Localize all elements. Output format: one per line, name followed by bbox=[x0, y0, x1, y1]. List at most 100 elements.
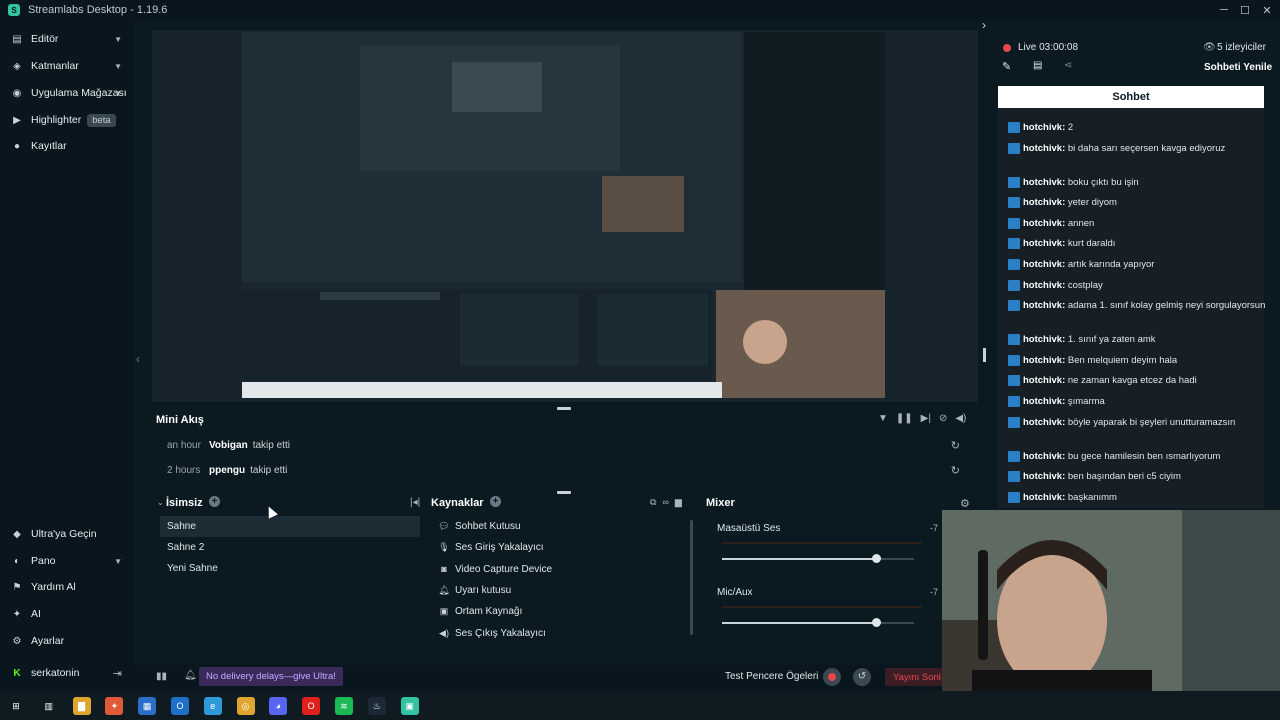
chat-text: yeter diyom bbox=[1067, 197, 1117, 209]
chat-text: 1. sınıf ya zaten amk bbox=[1067, 334, 1156, 346]
chat-text: boku çıktı bu işin bbox=[1067, 176, 1139, 188]
ultra-icon: ◆ bbox=[13, 528, 21, 540]
volume-slider[interactable] bbox=[722, 618, 914, 627]
edge-icon[interactable]: e bbox=[203, 697, 222, 715]
title-bar: S Streamlabs Desktop - 1.19.6 bbox=[0, 0, 1280, 20]
notifications-icon[interactable]: 🔔︎ bbox=[184, 670, 197, 681]
refresh-chat-button[interactable]: Sohbeti Yenile bbox=[1204, 62, 1272, 73]
expand-chat-icon[interactable]: › bbox=[982, 18, 986, 32]
source-item[interactable]: 💬︎ Sohbet Kutusu bbox=[432, 516, 690, 537]
user-name: serkatonin bbox=[31, 667, 80, 679]
group-icon[interactable]: ⧉ bbox=[650, 497, 656, 508]
chat-badge-icon bbox=[1008, 279, 1020, 291]
test-widgets-button[interactable]: Test Pencere Ögeleri bbox=[725, 671, 818, 682]
chat-resize-handle[interactable] bbox=[983, 348, 986, 362]
sidebar-item-help[interactable]: ⚑ Yardım Al bbox=[0, 574, 134, 600]
edit-icon[interactable]: ✎ bbox=[1002, 60, 1011, 73]
chat-text: böyle yaparak bi şeyleri unutturamazsın bbox=[1067, 416, 1236, 428]
scene-item[interactable]: Sahne bbox=[160, 516, 420, 537]
chat-text: costplay bbox=[1067, 279, 1103, 291]
sidebar-item-highlighter[interactable]: ▶ Highlighter beta bbox=[0, 107, 134, 133]
go-live-button[interactable]: Yayını Sonl bbox=[885, 668, 942, 686]
volume-slider[interactable] bbox=[722, 554, 914, 563]
volume-slider-knob[interactable] bbox=[871, 618, 881, 627]
sidebar-item-ultra[interactable]: ◆ Ultra'ya Geçin bbox=[0, 521, 134, 547]
add-source-icon[interactable]: + bbox=[490, 496, 501, 507]
sidebar-item-label: Yardım Al bbox=[31, 581, 76, 593]
sidebar-item-dashboard[interactable]: ◐ Pano ▼ bbox=[0, 548, 134, 574]
ultra-banner[interactable]: No delivery delays—give Ultra! bbox=[199, 667, 343, 686]
streamlabs-icon[interactable]: ▣ bbox=[400, 697, 419, 715]
chat-badge-icon bbox=[1008, 334, 1020, 346]
link-icon[interactable]: ∞ bbox=[662, 497, 668, 508]
resize-handle-2[interactable] bbox=[557, 491, 571, 494]
maximize-icon[interactable]: ☐ bbox=[1234, 0, 1256, 20]
figma-icon[interactable]: ✦ bbox=[105, 697, 124, 715]
sidebar-item-recordings[interactable]: ● Kayıtlar bbox=[0, 133, 134, 159]
minimize-icon[interactable]: ─ bbox=[1213, 0, 1235, 20]
source-item[interactable]: ▣ Ortam Kaynağı bbox=[432, 601, 690, 622]
sidebar-item-ai[interactable]: ✦ AI bbox=[0, 601, 134, 627]
share-icon[interactable]: ⋖ bbox=[1064, 60, 1072, 71]
collapse-left-icon[interactable]: ‹ bbox=[136, 352, 140, 366]
scene-item[interactable]: Sahne 2 bbox=[160, 537, 420, 558]
discord-icon[interactable]: ◕ bbox=[269, 697, 288, 715]
pause-icon[interactable]: ❚❚ bbox=[896, 413, 913, 424]
outlook-icon[interactable]: O bbox=[171, 697, 189, 715]
repeat-alert-icon[interactable]: ↻ bbox=[951, 439, 960, 452]
chrome-icon[interactable]: ◎ bbox=[236, 697, 255, 715]
sidebar-item-editor[interactable]: ▤ Editör ▼ bbox=[0, 26, 134, 52]
sources-scrollbar[interactable] bbox=[690, 520, 693, 635]
add-scene-icon[interactable]: + bbox=[209, 496, 220, 507]
performance-icon[interactable]: ▮▮ bbox=[156, 671, 167, 682]
chat-text: ben başından beri c5 ciyim bbox=[1067, 471, 1181, 483]
bell-icon: 🔔︎ bbox=[438, 584, 450, 595]
volume-icon[interactable]: ◀) bbox=[955, 413, 966, 424]
scenes-chevron-icon[interactable]: ⌄ bbox=[157, 498, 164, 507]
volume-slider-knob[interactable] bbox=[871, 554, 881, 563]
resize-handle[interactable] bbox=[557, 407, 571, 410]
mute-alerts-icon[interactable]: ⊘ bbox=[939, 413, 947, 424]
popout-icon[interactable]: ▤ bbox=[1033, 60, 1042, 71]
sidebar-item-settings[interactable]: ⚙ Ayarlar bbox=[0, 628, 134, 654]
preview-canvas[interactable] bbox=[242, 32, 885, 398]
scene-transitions-icon[interactable]: |◂| bbox=[410, 497, 420, 508]
folder-icon[interactable]: ▆ bbox=[675, 497, 682, 508]
record-button[interactable] bbox=[823, 668, 841, 686]
chat-username: hotchivk bbox=[1023, 450, 1063, 462]
source-label: Sohbet Kutusu bbox=[455, 521, 521, 532]
spotify-icon[interactable]: ≋ bbox=[335, 697, 353, 715]
source-item[interactable]: ◀) Ses Çıkış Yakalayıcı bbox=[432, 623, 690, 644]
filter-icon[interactable]: ▼ bbox=[878, 413, 888, 424]
scene-item[interactable]: Yeni Sahne bbox=[160, 558, 420, 579]
replay-buffer-icon[interactable]: ↺ bbox=[853, 668, 871, 686]
task-view-icon[interactable]: ▥ bbox=[39, 697, 58, 715]
chat-badge-icon bbox=[1008, 142, 1020, 154]
sidebar-item-label: Highlighter bbox=[31, 114, 82, 126]
user-account[interactable]: K serkatonin ⇥ bbox=[0, 660, 134, 686]
sidebar-item-layers[interactable]: ◈ Katmanlar ▼ bbox=[0, 53, 134, 79]
source-item[interactable]: 🎙︎ Ses Giriş Yakalayıcı bbox=[432, 537, 690, 558]
webcam-feed-image bbox=[942, 510, 1280, 720]
logout-icon[interactable]: ⇥ bbox=[113, 667, 122, 680]
repeat-alert-icon[interactable]: ↻ bbox=[951, 464, 960, 477]
mixer-settings-icon[interactable]: ⚙ bbox=[960, 497, 970, 510]
source-item[interactable]: ◙ Video Capture Device bbox=[432, 559, 690, 580]
close-icon[interactable]: ✕ bbox=[1256, 0, 1278, 20]
skip-icon[interactable]: ▶| bbox=[921, 413, 931, 424]
source-item[interactable]: 🔔︎ Uyarı kutusu bbox=[432, 580, 690, 601]
sidebar-item-label: Uygulama Mağazası bbox=[31, 87, 127, 99]
opera-icon[interactable]: O bbox=[302, 697, 321, 715]
steam-icon[interactable]: ♨ bbox=[367, 697, 386, 715]
windows-start-icon[interactable]: ⊞ bbox=[7, 697, 25, 715]
dashboard-icon: ◐ bbox=[13, 555, 21, 567]
media-icon: ▣ bbox=[439, 606, 449, 617]
calculator-icon[interactable]: ▦ bbox=[138, 697, 157, 715]
mixer-title: Mixer bbox=[706, 497, 735, 509]
file-explorer-icon[interactable]: ▇ bbox=[72, 697, 91, 715]
windows-taskbar bbox=[0, 691, 1280, 720]
preview-scene-graphic bbox=[242, 32, 885, 398]
streamlabs-logo-icon: S bbox=[8, 4, 20, 16]
viewers-eye-icon: 👁︎ bbox=[1203, 42, 1216, 53]
sidebar-item-store[interactable]: ◉ Uygulama Mağazası ▼ bbox=[0, 80, 134, 106]
